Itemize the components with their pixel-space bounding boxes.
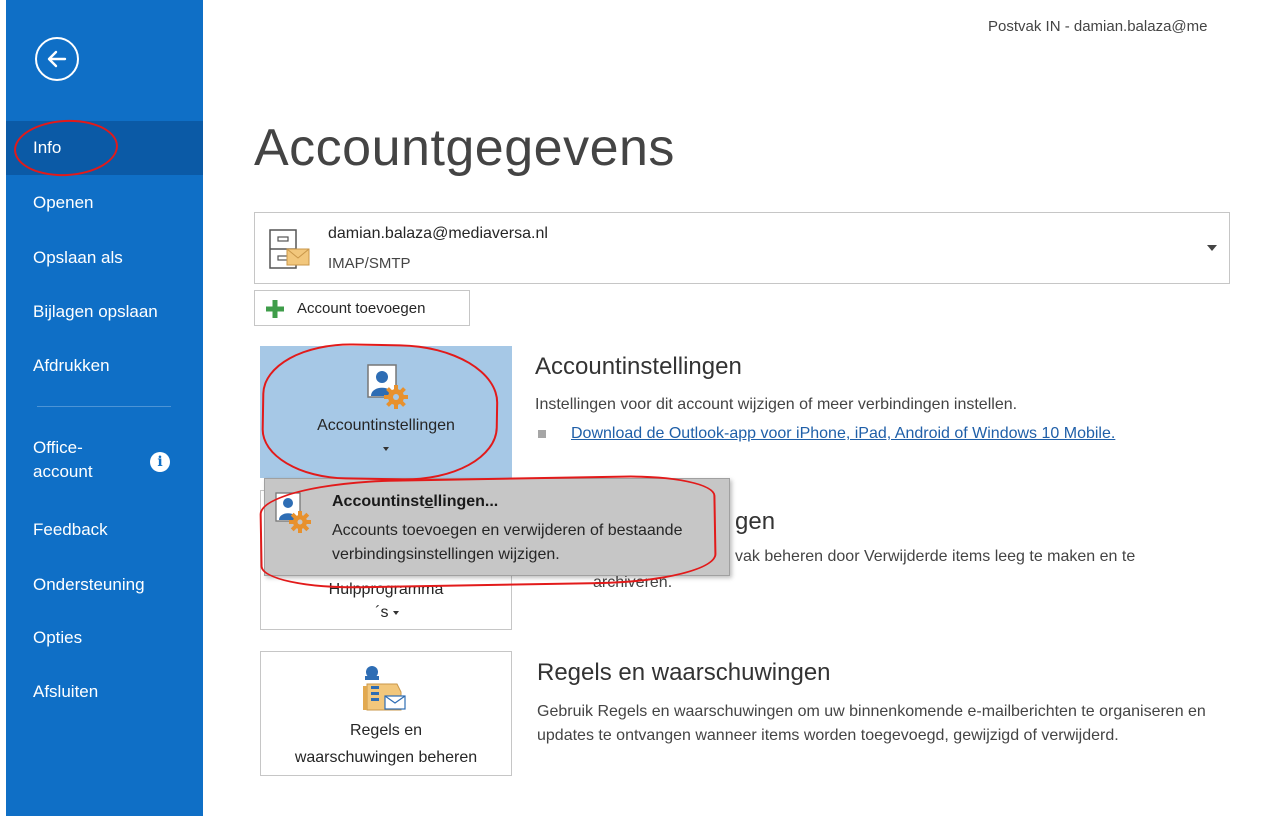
- tools-description: vak beheren door Verwijderde items leeg …: [735, 548, 1136, 565]
- sidebar-item-label: Bijlagen opslaan: [33, 302, 158, 321]
- backstage-sidebar: Info Openen Opslaan als Bijlagen opslaan…: [6, 0, 203, 816]
- mail-cabinet-icon: [269, 229, 310, 269]
- dropdown-title-part: Accountinst: [332, 493, 425, 510]
- account-settings-tile-label: Accountinstellingen: [317, 417, 455, 434]
- account-settings-heading: Accountinstellingen: [535, 353, 742, 380]
- chevron-down-icon: [1207, 245, 1217, 251]
- sidebar-item-office-account[interactable]: Office- account: [33, 436, 93, 484]
- tools-tile-label-suffix: ´s: [375, 604, 389, 621]
- back-button[interactable]: [35, 37, 79, 81]
- dropdown-item-account-settings[interactable]: Accountinstellingen... Accounts toevoege…: [265, 479, 729, 575]
- sidebar-item-label: Opties: [33, 628, 83, 647]
- rules-alerts-icon: [363, 666, 406, 711]
- chevron-down-icon: [383, 447, 389, 451]
- dropdown-title-part: llingen...: [433, 493, 499, 510]
- add-account-label: Account toevoegen: [297, 300, 426, 317]
- sidebar-item-opslaan-als[interactable]: Opslaan als: [6, 231, 203, 285]
- page-title: Accountgegevens: [254, 119, 675, 177]
- account-settings-dropdown: Accountinstellingen... Accounts toevoege…: [264, 478, 730, 576]
- download-outlook-link[interactable]: Download de Outlook-app voor iPhone, iPa…: [571, 425, 1115, 443]
- plus-icon: [266, 300, 284, 318]
- rules-tile-label: Regels en: [349, 722, 423, 739]
- window-right-edge: [1258, 0, 1268, 816]
- dropdown-item-title: Accountinstellingen...: [332, 493, 498, 511]
- sidebar-item-feedback[interactable]: Feedback: [6, 503, 203, 557]
- sidebar-item-label: Afsluiten: [33, 682, 99, 701]
- rules-heading: Regels en waarschuwingen: [537, 659, 831, 686]
- account-type: IMAP/SMTP: [328, 255, 411, 272]
- tools-heading: gen: [735, 508, 776, 535]
- account-settings-description: Instellingen voor dit account wijzigen o…: [535, 396, 1018, 413]
- sidebar-item-label: Afdrukken: [33, 356, 110, 375]
- account-settings-tile[interactable]: Accountinstellingen: [260, 346, 512, 478]
- sidebar-item-afsluiten[interactable]: Afsluiten: [6, 665, 203, 719]
- dropdown-item-description: Accounts toevoegen en verwijderen of bes…: [332, 522, 683, 563]
- sidebar-item-bijlagen-opslaan[interactable]: Bijlagen opslaan: [6, 285, 203, 339]
- account-settings-icon: [367, 364, 408, 409]
- sidebar-item-afdrukken[interactable]: Afdrukken: [6, 339, 203, 393]
- sidebar-item-label: Opslaan als: [33, 248, 123, 267]
- rules-description: Gebruik Regels en waarschuwingen om uw b…: [537, 703, 1206, 744]
- window-title: Postvak IN - damian.balaza@me: [988, 18, 1208, 35]
- sidebar-item-ondersteuning[interactable]: Ondersteuning: [6, 558, 203, 612]
- rules-tile[interactable]: Regels en waarschuwingen beheren: [260, 651, 512, 776]
- sidebar-item-label: Info: [33, 138, 62, 157]
- bullet-icon: [538, 430, 546, 438]
- sidebar-item-opties[interactable]: Opties: [6, 611, 203, 665]
- account-settings-icon: [275, 492, 311, 533]
- tools-tile-label: Hulpprogramma: [328, 581, 444, 598]
- sidebar-item-label: account: [33, 462, 93, 481]
- account-email: damian.balaza@mediaversa.nl: [328, 225, 548, 242]
- sidebar-divider: [37, 406, 171, 407]
- rules-tile-label-2: waarschuwingen beheren: [294, 749, 478, 766]
- sidebar-item-info[interactable]: Info: [6, 121, 203, 175]
- arrow-left-icon: [47, 50, 67, 68]
- info-icon: i: [150, 452, 170, 472]
- chevron-down-icon: [392, 610, 399, 615]
- sidebar-item-openen[interactable]: Openen: [6, 176, 203, 230]
- sidebar-item-label: Feedback: [33, 520, 108, 539]
- sidebar-item-label: Office-: [33, 438, 83, 457]
- tools-tile-label-2: ´s: [357, 604, 417, 622]
- sidebar-item-label: Ondersteuning: [33, 575, 145, 594]
- add-account-button[interactable]: Account toevoegen: [254, 290, 470, 326]
- sidebar-item-label: Openen: [33, 193, 94, 212]
- account-selector[interactable]: damian.balaza@mediaversa.nl IMAP/SMTP: [254, 212, 1230, 284]
